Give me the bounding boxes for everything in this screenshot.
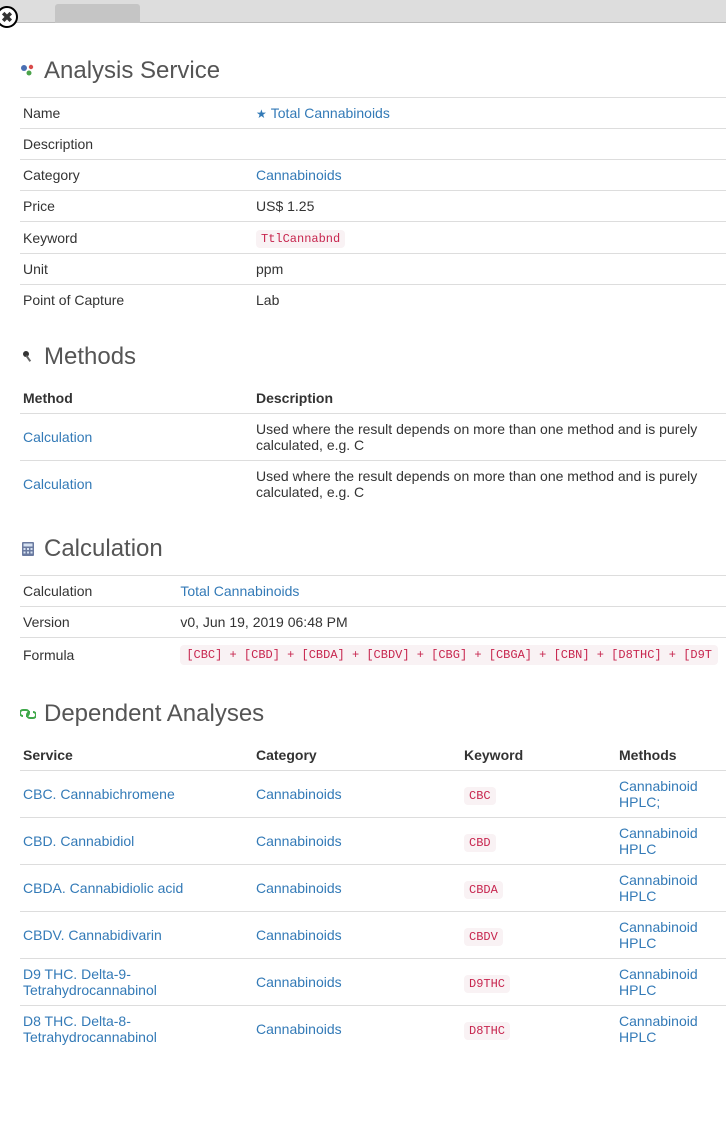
link-method[interactable]: Calculation — [23, 476, 92, 492]
keyword-pill: CBD — [464, 834, 496, 852]
link-service[interactable]: D9 THC. Delta-9-Tetrahydrocannabinol — [23, 966, 157, 998]
table-row: Calculation Used where the result depends… — [20, 461, 726, 508]
dependent-heading: Dependent Analyses — [20, 700, 726, 728]
analysis-service-table: Name ★ Total Cannabinoids Description Cat… — [20, 97, 726, 315]
label-version: Version — [20, 607, 177, 638]
value-formula: [CBC] + [CBD] + [CBDA] + [CBDV] + [CBG] … — [180, 645, 718, 665]
methods-title: Methods — [44, 343, 136, 371]
link-category[interactable]: Cannabinoids — [256, 167, 342, 183]
table-row: D9 THC. Delta-9-Tetrahydrocannabinol Cann… — [20, 959, 726, 1006]
methods-header-description: Description — [253, 383, 726, 414]
calculation-table: Calculation Total Cannabinoids Version v… — [20, 575, 726, 672]
label-description: Description — [20, 129, 253, 160]
link-category[interactable]: Cannabinoids — [256, 974, 342, 990]
table-row: CBD. Cannabidiol Cannabinoids CBD Cannabino… — [20, 818, 726, 865]
keyword-pill: CBDV — [464, 928, 503, 946]
link-methods[interactable]: Cannabinoid HPLC; — [619, 778, 698, 810]
value-version: v0, Jun 19, 2019 06:48 PM — [177, 607, 726, 638]
label-price: Price — [20, 191, 253, 222]
calculation-title: Calculation — [44, 535, 163, 563]
link-category[interactable]: Cannabinoids — [256, 880, 342, 896]
value-price: US$ 1.25 — [253, 191, 726, 222]
keyword-pill: D9THC — [464, 975, 510, 993]
dep-header-service: Service — [20, 740, 253, 771]
label-calc: Calculation — [20, 576, 177, 607]
inactive-tab[interactable] — [55, 4, 140, 23]
table-row: Calculation Used where the result depends… — [20, 414, 726, 461]
method-description: Used where the result depends on more th… — [253, 414, 726, 461]
value-unit: ppm — [253, 254, 726, 285]
link-category[interactable]: Cannabinoids — [256, 786, 342, 802]
table-row: D8 THC. Delta-8-Tetrahydrocannabinol Cann… — [20, 1006, 726, 1053]
analysis-service-heading: Analysis Service — [20, 57, 726, 85]
link-service[interactable]: CBD. Cannabidiol — [23, 833, 134, 849]
link-service[interactable]: CBC. Cannabichromene — [23, 786, 175, 802]
link-methods[interactable]: Cannabinoid HPLC — [619, 1013, 698, 1045]
dep-header-keyword: Keyword — [461, 740, 616, 771]
microphone-icon — [20, 349, 36, 365]
label-category: Category — [20, 160, 253, 191]
top-bar: ✖ — [0, 0, 726, 23]
link-methods[interactable]: Cannabinoid HPLC — [619, 966, 698, 998]
value-description — [253, 129, 726, 160]
dependent-title: Dependent Analyses — [44, 700, 264, 728]
link-service[interactable]: D8 THC. Delta-8-Tetrahydrocannabinol — [23, 1013, 157, 1045]
methods-header-method: Method — [20, 383, 253, 414]
label-unit: Unit — [20, 254, 253, 285]
keyword-pill: D8THC — [464, 1022, 510, 1040]
link-category[interactable]: Cannabinoids — [256, 1021, 342, 1037]
dep-header-category: Category — [253, 740, 461, 771]
star-icon: ★ — [256, 107, 267, 121]
label-name: Name — [20, 98, 253, 129]
methods-table: Method Description Calculation Used where… — [20, 383, 726, 507]
value-poc: Lab — [253, 285, 726, 316]
label-poc: Point of Capture — [20, 285, 253, 316]
dep-header-methods: Methods — [616, 740, 726, 771]
link-analysis-name[interactable]: Total Cannabinoids — [271, 105, 390, 121]
link-methods[interactable]: Cannabinoid HPLC — [619, 919, 698, 951]
table-row: CBDA. Cannabidiolic acid Cannabinoids CBDA… — [20, 865, 726, 912]
link-methods[interactable]: Cannabinoid HPLC — [619, 825, 698, 857]
link-calculation[interactable]: Total Cannabinoids — [180, 583, 299, 599]
value-keyword: TtlCannabnd — [256, 230, 345, 248]
link-category[interactable]: Cannabinoids — [256, 833, 342, 849]
chain-icon — [20, 706, 36, 722]
keyword-pill: CBDA — [464, 881, 503, 899]
dependent-table: Service Category Keyword Methods CBC. Ca… — [20, 740, 726, 1052]
label-formula: Formula — [20, 638, 177, 673]
link-methods[interactable]: Cannabinoid HPLC — [619, 872, 698, 904]
calculator-icon — [20, 541, 36, 557]
label-keyword: Keyword — [20, 222, 253, 254]
table-row: CBC. Cannabichromene Cannabinoids CBC Canna… — [20, 771, 726, 818]
molecule-icon — [20, 63, 36, 79]
method-description: Used where the result depends on more th… — [253, 461, 726, 508]
analysis-service-title: Analysis Service — [44, 57, 220, 85]
methods-heading: Methods — [20, 343, 726, 371]
table-row: CBDV. Cannabidivarin Cannabinoids CBDV Cann… — [20, 912, 726, 959]
keyword-pill: CBC — [464, 787, 496, 805]
link-service[interactable]: CBDV. Cannabidivarin — [23, 927, 162, 943]
link-method[interactable]: Calculation — [23, 429, 92, 445]
page: Analysis Service Name ★ Total Cannabinoid… — [0, 23, 726, 1140]
value-name: ★ Total Cannabinoids — [253, 98, 726, 129]
link-service[interactable]: CBDA. Cannabidiolic acid — [23, 880, 183, 896]
calculation-heading: Calculation — [20, 535, 726, 563]
link-category[interactable]: Cannabinoids — [256, 927, 342, 943]
